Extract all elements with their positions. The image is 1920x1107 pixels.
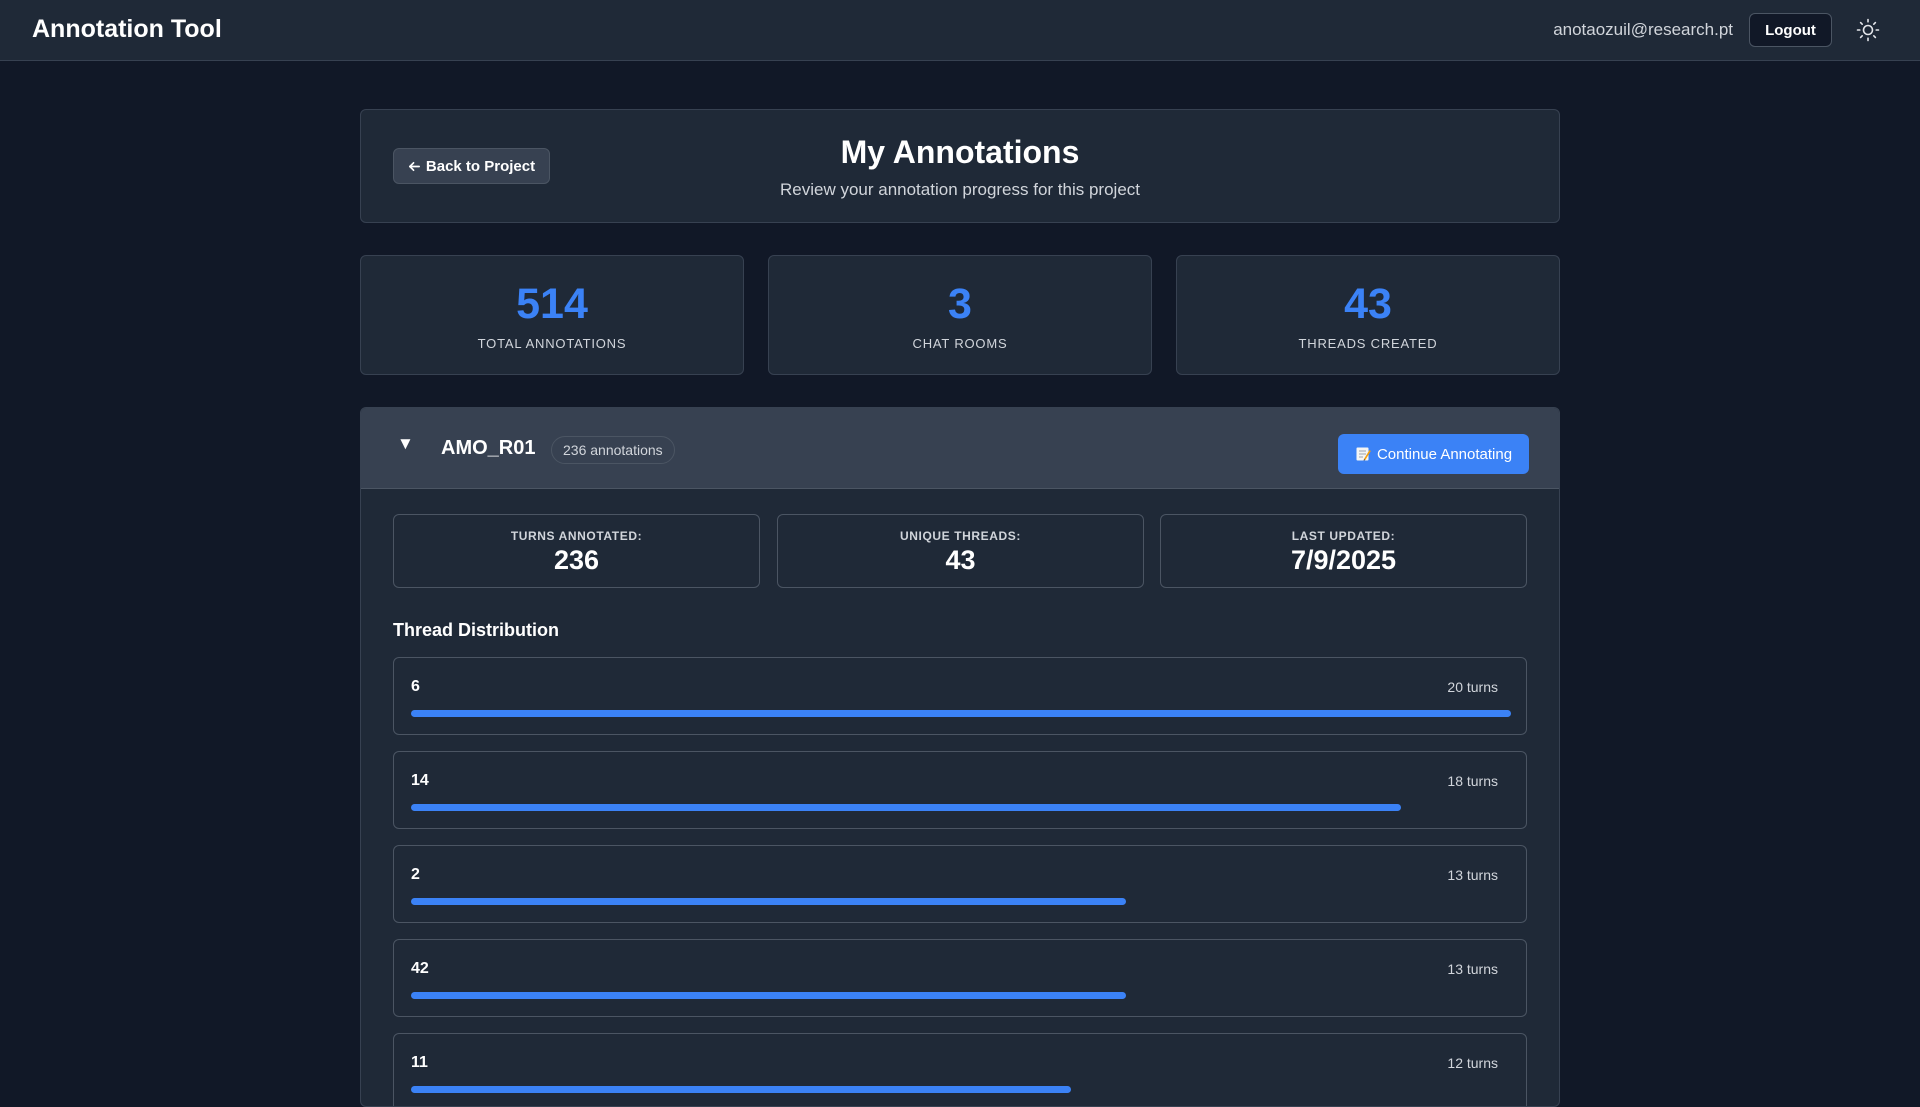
stat-label: THREADS CREATED	[1298, 336, 1438, 351]
stat-label: TOTAL ANNOTATIONS	[477, 336, 627, 351]
thread-turn-count: 18 turns	[1447, 773, 1498, 789]
thread-turn-count: 12 turns	[1447, 1055, 1498, 1071]
continue-button-label: Continue Annotating	[1376, 445, 1513, 463]
room-name: AMO_R01	[441, 437, 536, 459]
metric-unique-threads: UNIQUE THREADS: 43	[777, 514, 1144, 588]
stat-value: 43	[1344, 280, 1392, 328]
thread-row: 42 13 turns	[393, 939, 1527, 1017]
page-subtitle: Review your annotation progress for this…	[779, 180, 1140, 199]
continue-annotating-button[interactable]: Continue Annotating	[1338, 434, 1529, 474]
thread-distribution-title: Thread Distribution	[393, 620, 559, 640]
stat-label: CHAT ROOMS	[912, 336, 1008, 351]
thread-bar-track	[411, 1086, 1511, 1093]
thread-id: 14	[411, 772, 429, 789]
thread-row: 14 18 turns	[393, 751, 1527, 829]
top-navbar: Annotation Tool anotaozuil@research.pt L…	[0, 0, 1920, 61]
stat-value: 3	[948, 280, 972, 328]
metric-label: UNIQUE THREADS:	[899, 529, 1021, 543]
stat-card-total-annotations: 514 TOTAL ANNOTATIONS	[360, 255, 744, 375]
room-header[interactable]: ▼ AMO_R01 236 annotations Continue Annot…	[361, 408, 1559, 489]
thread-row: 11 12 turns	[393, 1033, 1527, 1106]
thread-id: 11	[411, 1054, 428, 1071]
logout-button[interactable]: Logout	[1749, 13, 1832, 47]
metric-value: 43	[945, 545, 976, 575]
metric-turns-annotated: TURNS ANNOTATED: 236	[393, 514, 760, 588]
metric-label: TURNS ANNOTATED:	[510, 529, 643, 543]
user-email: anotaozuil@research.pt	[1553, 20, 1733, 39]
app-title: Annotation Tool	[32, 15, 222, 43]
thread-bar-track	[411, 710, 1511, 717]
thread-bar-fill	[411, 992, 1126, 999]
thread-bar-fill	[411, 804, 1401, 811]
thread-turn-count: 20 turns	[1447, 679, 1498, 695]
thread-bar-fill	[411, 710, 1511, 717]
collapse-triangle-icon[interactable]: ▼	[397, 434, 414, 454]
metric-value: 7/9/2025	[1290, 545, 1397, 575]
sun-icon	[1856, 18, 1880, 42]
stat-value: 514	[516, 280, 588, 328]
thread-bar-fill	[411, 1086, 1071, 1093]
stat-card-threads-created: 43 THREADS CREATED	[1176, 255, 1560, 375]
thread-bar-fill	[411, 898, 1126, 905]
metric-label: LAST UPDATED:	[1291, 529, 1396, 543]
thread-row: 6 20 turns	[393, 657, 1527, 735]
thread-id: 6	[411, 678, 420, 695]
thread-bar-track	[411, 804, 1511, 811]
metric-value: 236	[553, 545, 600, 575]
thread-row: 2 13 turns	[393, 845, 1527, 923]
room-section: ▼ AMO_R01 236 annotations Continue Annot…	[360, 407, 1560, 1107]
metric-last-updated: LAST UPDATED: 7/9/2025	[1160, 514, 1527, 588]
annotation-count-badge: 236 annotations	[551, 436, 675, 464]
page-title: My Annotations	[840, 134, 1080, 170]
theme-toggle-button[interactable]	[1853, 15, 1883, 45]
thread-id: 2	[411, 866, 420, 883]
thread-id: 42	[411, 960, 429, 977]
memo-icon	[1356, 447, 1371, 461]
thread-turn-count: 13 turns	[1447, 961, 1498, 977]
stat-card-chat-rooms: 3 CHAT ROOMS	[768, 255, 1152, 375]
page-header-card: Back to Project My Annotations Review yo…	[360, 109, 1560, 223]
thread-turn-count: 13 turns	[1447, 867, 1498, 883]
thread-bar-track	[411, 992, 1511, 999]
thread-bar-track	[411, 898, 1511, 905]
